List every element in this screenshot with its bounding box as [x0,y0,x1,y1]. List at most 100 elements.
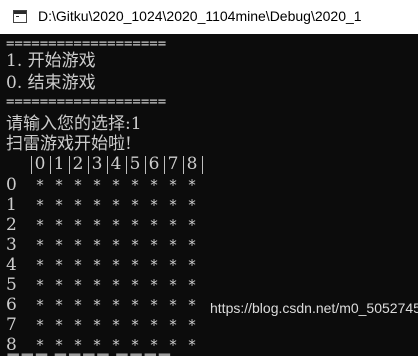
board-cell-hidden: * [92,236,102,254]
board-cell-hidden: * [73,176,83,194]
row-index: 3 [6,235,17,255]
board-cell-hidden: * [92,256,102,274]
board-cell-hidden: * [168,296,178,314]
column-index: 3 [91,154,103,174]
board-cell-hidden: * [149,316,159,334]
board-cell-hidden: * [130,196,140,214]
board-cell-hidden: * [92,296,102,314]
board-cell-hidden: * [54,216,64,234]
menu-item-play: 1. 开始游戏 [6,51,96,71]
row-index: 4 [6,255,17,275]
column-divider [107,156,108,174]
board-cell-hidden: * [111,296,121,314]
row-index: 0 [6,175,17,195]
board-cell-hidden: * [54,176,64,194]
board-cell-hidden: * [73,296,83,314]
column-divider [126,156,127,174]
board-cell-hidden: * [73,216,83,234]
board-cell-hidden: * [187,236,197,254]
board-cell-hidden: * [149,236,159,254]
board-cell-hidden: * [54,316,64,334]
column-index: 8 [186,154,198,174]
board-cell-hidden: * [130,256,140,274]
board-cell-hidden: * [149,196,159,214]
board-cell-hidden: * [92,176,102,194]
board-cell-hidden: * [130,216,140,234]
board-cell-hidden: * [35,216,45,234]
row-index: 1 [6,195,17,215]
board-cell-hidden: * [35,296,45,314]
column-divider [69,156,70,174]
board-cell-hidden: * [54,196,64,214]
board-cell-hidden: * [187,276,197,294]
board-cell-hidden: * [187,296,197,314]
board-cell-hidden: * [130,316,140,334]
board-cell-hidden: * [73,276,83,294]
board-cell-hidden: * [168,216,178,234]
board-cell-hidden: * [35,256,45,274]
board-cell-hidden: * [35,316,45,334]
column-divider [183,156,184,174]
row-index: 2 [6,215,17,235]
window-title: D:\Gitku\2020_1024\2020_1104mine\Debug\2… [38,8,362,24]
board-cell-hidden: * [187,316,197,334]
column-divider [50,156,51,174]
board-cell-hidden: * [149,296,159,314]
row-index: 5 [6,275,17,295]
input-prompt: 请输入您的选择:1 [6,114,142,134]
board-cell-hidden: * [54,256,64,274]
column-index: 5 [129,154,141,174]
board-cell-hidden: * [168,276,178,294]
board-cell-hidden: * [111,176,121,194]
row-index: 7 [6,315,17,335]
board-cell-hidden: * [168,176,178,194]
board-cell-hidden: * [130,296,140,314]
board-cell-hidden: * [168,196,178,214]
board-cell-hidden: * [35,276,45,294]
board-cell-hidden: * [54,296,64,314]
board-cell-hidden: * [73,196,83,214]
column-divider [145,156,146,174]
column-index: 2 [72,154,84,174]
title-bar[interactable]: D:\Gitku\2020_1024\2020_1104mine\Debug\2… [0,0,418,34]
board-cell-hidden: * [130,236,140,254]
board-cell-hidden: * [111,276,121,294]
board-cell-hidden: * [35,176,45,194]
board-cell-hidden: * [73,236,83,254]
board-cell-hidden: * [149,216,159,234]
column-index: 4 [110,154,122,174]
board-cell-hidden: * [73,256,83,274]
column-divider [164,156,165,174]
partially-visible-line: ■■■ ■■■■ ■■■■ [6,348,216,356]
board-cell-hidden: * [168,236,178,254]
column-index: 7 [167,154,179,174]
console-window: D:\Gitku\2020_1024\2020_1104mine\Debug\2… [0,0,418,356]
column-index: 6 [148,154,160,174]
column-divider [202,156,203,174]
board-cell-hidden: * [111,216,121,234]
board-cell-hidden: * [92,276,102,294]
board-cell-hidden: * [187,176,197,194]
board-cell-hidden: * [130,276,140,294]
board-cell-hidden: * [168,316,178,334]
column-index: 1 [53,154,65,174]
board-cell-hidden: * [149,176,159,194]
board-cell-hidden: * [111,316,121,334]
board-cell-hidden: * [149,256,159,274]
board-cell-hidden: * [187,196,197,214]
column-divider [31,156,32,174]
board-cell-hidden: * [111,196,121,214]
board-cell-hidden: * [187,256,197,274]
board-cell-hidden: * [130,176,140,194]
board-cell-hidden: * [168,256,178,274]
column-divider [88,156,89,174]
board-cell-hidden: * [35,196,45,214]
row-index: 6 [6,295,17,315]
menu-item-exit: 0. 结束游戏 [6,73,96,93]
board-cell-hidden: * [149,276,159,294]
board-cell-hidden: * [54,276,64,294]
board-cell-hidden: * [73,316,83,334]
board-cell-hidden: * [92,316,102,334]
board-cell-hidden: * [187,216,197,234]
separator-line-bottom: =================== [6,94,167,110]
